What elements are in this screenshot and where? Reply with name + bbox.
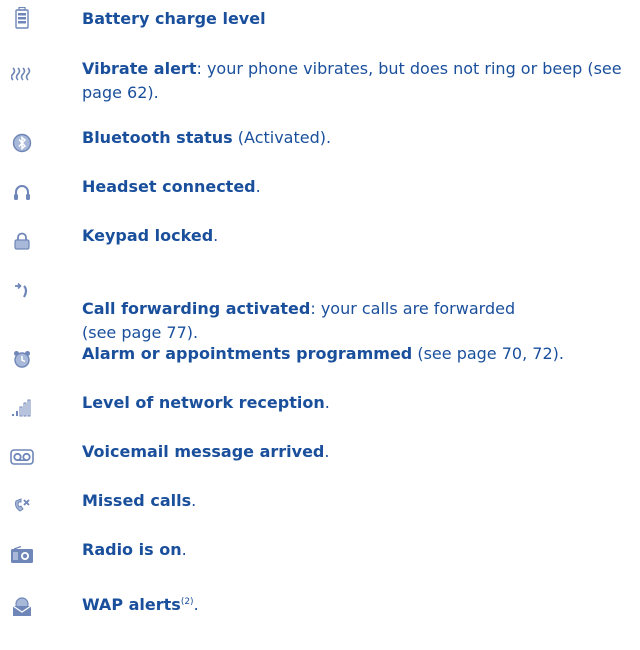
item-label: Radio is on: [82, 540, 182, 559]
item-label: Voicemail message arrived: [82, 442, 325, 461]
item-text: Radio is on.: [82, 538, 632, 562]
item-desc: .: [324, 442, 330, 461]
call-forward-icon: [10, 279, 34, 301]
item-desc: (see page 70, 72).: [412, 344, 564, 363]
vibrate-icon: [10, 63, 34, 85]
status-icon-list: Battery charge level Vibrate alert: your…: [0, 0, 640, 650]
item-text: Voicemail message arrived.: [82, 440, 632, 464]
item-text: Bluetooth status (Activated).: [82, 126, 632, 150]
signal-bars-icon: [10, 397, 34, 419]
radio-icon: [10, 544, 34, 566]
bluetooth-icon: [10, 132, 34, 154]
item-desc: .: [324, 393, 330, 412]
item-text: Battery charge level: [82, 7, 632, 31]
battery-icon: [10, 7, 34, 29]
item-desc: .: [181, 540, 187, 559]
wap-alert-icon: [10, 596, 34, 618]
item-text: Vibrate alert: your phone vibrates, but …: [82, 57, 632, 105]
item-text: WAP alerts(2).: [82, 590, 632, 617]
item-desc: .: [213, 226, 219, 245]
item-text: Missed calls.: [82, 489, 632, 513]
item-label: Keypad locked: [82, 226, 214, 245]
item-label: Alarm or appointments programmed: [82, 344, 413, 363]
item-desc: .: [191, 491, 197, 510]
item-label: Headset connected: [82, 177, 256, 196]
alarm-clock-icon: [10, 348, 34, 370]
item-label: Level of network reception: [82, 393, 325, 412]
missed-call-icon: [10, 495, 34, 517]
item-text: Headset connected.: [82, 175, 632, 199]
item-text: Alarm or appointments programmed (see pa…: [82, 342, 632, 366]
keypad-lock-icon: [10, 230, 34, 252]
item-desc: (Activated).: [232, 128, 332, 147]
footnote-marker: (2): [180, 597, 194, 607]
voicemail-icon: [10, 446, 34, 468]
item-label: WAP alerts: [82, 595, 181, 614]
item-desc: .: [193, 595, 199, 614]
item-label: Missed calls: [82, 491, 192, 510]
item-desc: .: [255, 177, 261, 196]
item-text: Keypad locked.: [82, 224, 632, 248]
item-text: Call forwarding activated: your calls ar…: [82, 273, 632, 345]
item-label: Battery charge level: [82, 9, 266, 28]
item-label: Call forwarding activated: [82, 299, 311, 318]
item-text: Level of network reception.: [82, 391, 632, 415]
item-label: Bluetooth status: [82, 128, 233, 147]
headset-icon: [10, 181, 34, 203]
item-label: Vibrate alert: [82, 59, 197, 78]
